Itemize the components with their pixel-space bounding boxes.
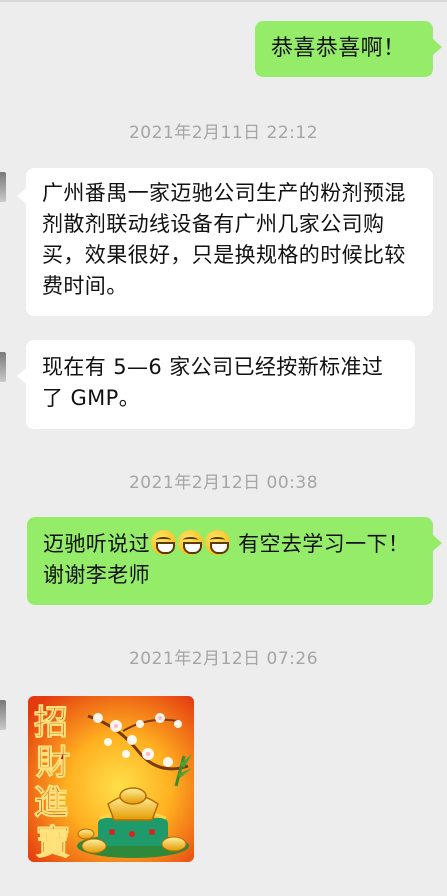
message-text-start: 迈驰听说过 [43, 532, 150, 556]
message-bubble-received[interactable]: 现在有 5—6 家公司已经按新标准过了 GMP。 [26, 340, 415, 429]
grin-emoji-icon [205, 530, 230, 555]
message-text: 恭喜恭喜啊！ [271, 36, 406, 61]
message-bubble-received[interactable]: 广州番禺一家迈驰公司生产的粉剂预混剂散剂联动线设备有广州几家公司购买，效果很好，… [26, 168, 433, 316]
timestamp: 2021年2月11日 22:12 [128, 123, 319, 143]
sticker-char: 財 [36, 743, 70, 783]
message-text: 广州番禺一家迈驰公司生产的粉剂预混剂散剂联动线设备有广州几家公司购买，效果很好，… [42, 181, 406, 298]
avatar[interactable] [0, 352, 6, 382]
sticker-calligraphy: 招 財 進 寶 [34, 703, 71, 863]
message-bubble-sent[interactable]: 恭喜恭喜啊！ [255, 21, 433, 77]
grin-emoji-icon [178, 530, 203, 555]
timestamp: 2021年2月12日 00:38 [128, 473, 319, 493]
bubble-tail [17, 188, 26, 204]
sticker-image[interactable]: 招 財 進 寶 [28, 696, 194, 862]
message-bubble-sent[interactable]: 迈驰听说过 有空去学习一下！谢谢李老师 [27, 517, 433, 605]
bubble-tail [433, 39, 442, 55]
avatar[interactable] [0, 700, 6, 730]
sticker-char: 進 [34, 783, 68, 823]
bubble-tail [17, 368, 26, 384]
sticker-char: 寶 [36, 823, 70, 862]
sticker-char: 招 [34, 703, 68, 743]
bubble-tail [433, 535, 442, 551]
avatar[interactable] [0, 172, 6, 202]
top-divider [0, 0, 447, 2]
grin-emoji-icon [151, 530, 176, 555]
timestamp: 2021年2月12日 07:26 [128, 649, 319, 669]
sticker-art: 招 財 進 寶 [28, 696, 194, 862]
chat-screen: 恭喜恭喜啊！ 2021年2月11日 22:12 广州番禺一家迈驰公司生产的粉剂预… [0, 0, 447, 896]
message-text: 现在有 5—6 家公司已经按新标准过了 GMP。 [42, 355, 384, 410]
